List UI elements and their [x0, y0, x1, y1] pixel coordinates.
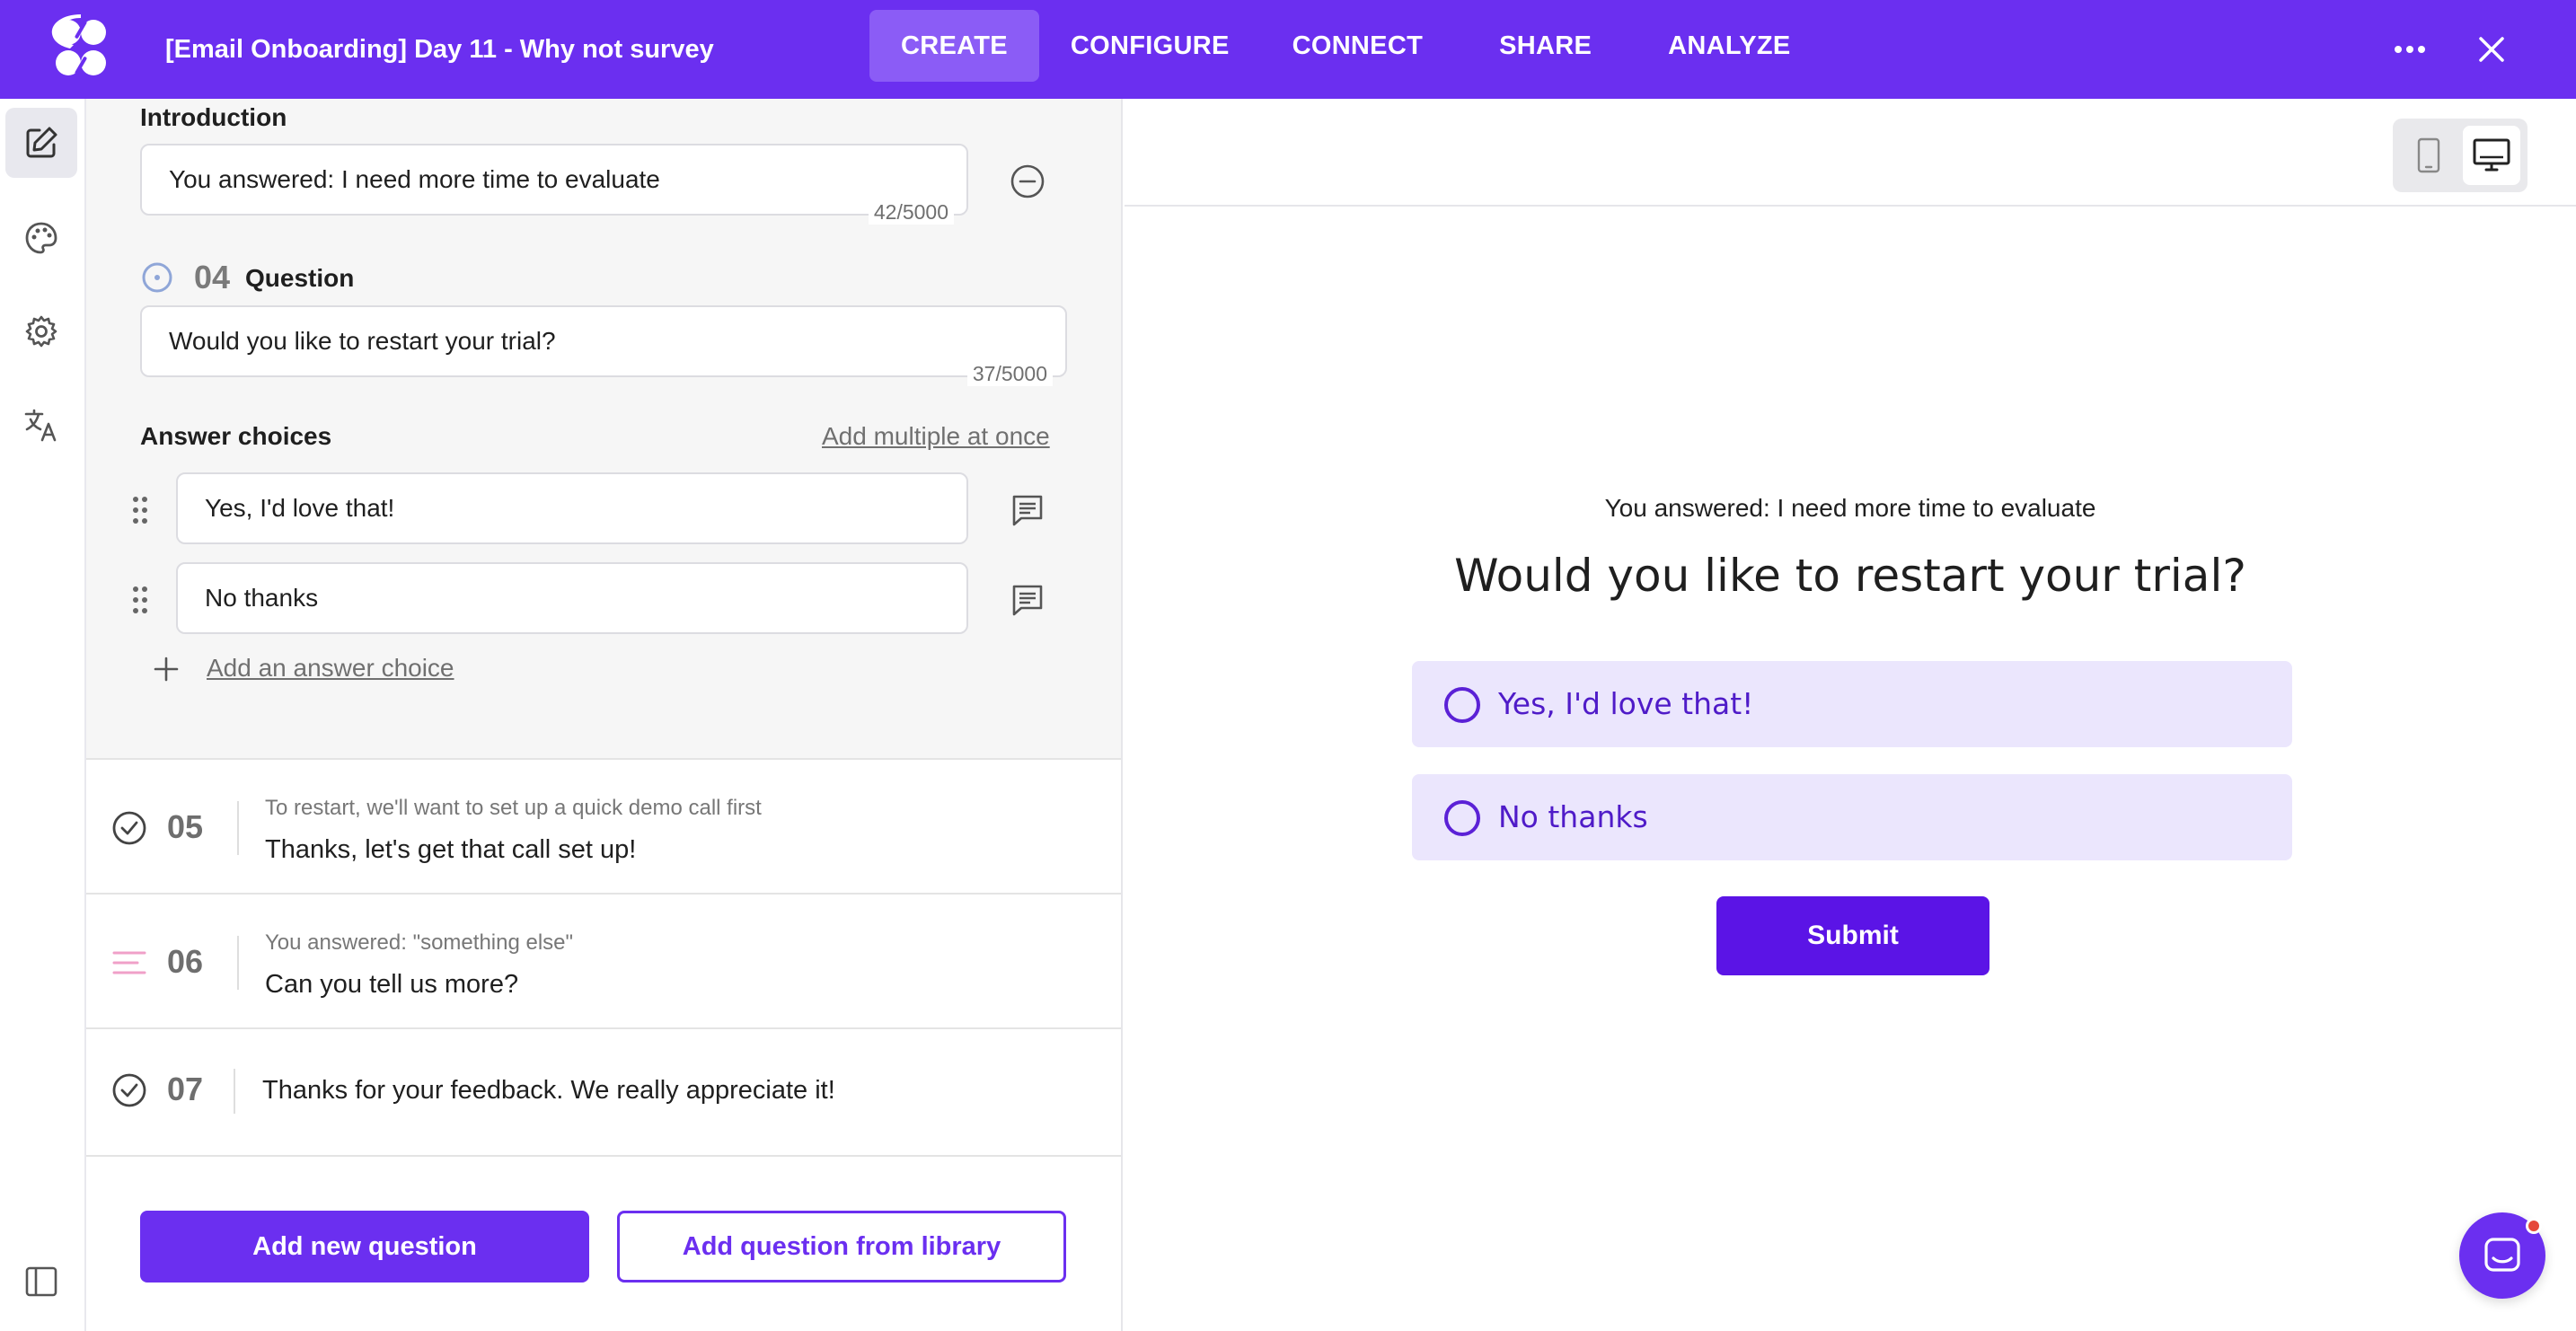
check-circle-icon [111, 1072, 147, 1108]
desktop-icon [2473, 138, 2510, 172]
question-type-icon [140, 260, 174, 295]
question-number: 05 [167, 808, 204, 845]
survey-preview: You answered: I need more time to evalua… [1125, 99, 2576, 1331]
row-divider [237, 801, 239, 855]
translate-icon [24, 409, 57, 442]
question-editor: Introduction You answered: I need more t… [86, 99, 1123, 1331]
question-subtitle: You answered: "something else" [265, 930, 574, 955]
sidebar-toggle-button[interactable] [5, 1247, 77, 1317]
preview-choice-option[interactable]: No thanks [1412, 774, 2292, 860]
introduction-field[interactable]: You answered: I need more time to evalua… [140, 144, 968, 225]
more-horizontal-icon[interactable] [2385, 24, 2435, 75]
text-lines-icon [111, 945, 147, 981]
question-number: 04 [194, 259, 231, 295]
rail-theme-button[interactable] [5, 203, 77, 273]
answer-choice-field[interactable]: Yes, I'd love that! [176, 472, 968, 544]
rail-translate-button[interactable] [5, 390, 77, 460]
tab-configure[interactable]: CONFIGURE [1039, 10, 1261, 82]
chat-launcher-button[interactable] [2459, 1212, 2545, 1299]
question-title: Thanks for your feedback. We really appr… [262, 1076, 835, 1105]
introduction-counter: 42/5000 [868, 200, 954, 225]
row-divider [237, 936, 239, 990]
mobile-preview-button[interactable] [2400, 126, 2457, 185]
comment-icon [1012, 495, 1043, 526]
answer-choice-field[interactable]: No thanks [176, 562, 968, 634]
gear-icon [25, 315, 57, 348]
question-number: 06 [167, 943, 204, 980]
mobile-icon [2417, 137, 2440, 173]
top-bar: [Email Onboarding] Day 11 - Why not surv… [0, 0, 2576, 99]
question-counter: 37/5000 [966, 362, 1053, 386]
device-toggle [2393, 119, 2527, 192]
main-nav: CREATE CONFIGURE CONNECT SHARE ANALYZE [869, 10, 1822, 82]
rail-edit-button[interactable] [5, 108, 77, 178]
add-multiple-link[interactable]: Add multiple at once [822, 422, 1050, 451]
tab-create[interactable]: CREATE [869, 10, 1039, 82]
check-circle-icon [111, 810, 147, 846]
choice-comment-button[interactable] [1008, 580, 1047, 620]
question-label: Question [245, 264, 355, 292]
chat-icon [2484, 1238, 2520, 1272]
sidebar-toggle-icon [25, 1266, 57, 1297]
plus-icon[interactable] [151, 654, 181, 684]
tab-analyze[interactable]: ANALYZE [1636, 10, 1822, 82]
tab-share[interactable]: SHARE [1454, 10, 1636, 82]
question-subtitle: To restart, we'll want to set up a quick… [265, 796, 762, 820]
row-divider [234, 1069, 235, 1114]
minus-circle-icon [1010, 164, 1045, 198]
add-question-from-library-button[interactable]: Add question from library [617, 1211, 1066, 1283]
add-new-question-button[interactable]: Add new question [140, 1211, 589, 1283]
question-field[interactable]: Would you like to restart your trial? 37… [140, 305, 1067, 386]
question-number: 07 [167, 1071, 204, 1107]
open-question-card: Introduction You answered: I need more t… [86, 99, 1121, 760]
preview-intro-text: You answered: I need more time to evalua… [1604, 494, 2096, 522]
question-row-05[interactable]: 05 To restart, we'll want to set up a qu… [86, 762, 1121, 895]
question-row-07[interactable]: 07 Thanks for your feedback. We really a… [86, 1031, 1121, 1157]
radio-icon [1444, 800, 1480, 836]
drag-handle-icon[interactable] [131, 582, 149, 618]
logo-icon[interactable] [45, 13, 117, 84]
answer-choices-label: Answer choices [140, 422, 332, 450]
preview-submit-button[interactable]: Submit [1716, 896, 1989, 975]
drag-handle-icon[interactable] [131, 492, 149, 528]
remove-intro-button[interactable] [1008, 162, 1047, 201]
desktop-preview-button[interactable] [2463, 126, 2520, 185]
comment-icon [1012, 585, 1043, 616]
introduction-label: Introduction [140, 103, 287, 131]
close-icon[interactable] [2466, 24, 2517, 75]
choice-comment-button[interactable] [1008, 490, 1047, 530]
left-rail [0, 99, 86, 1331]
question-title: Thanks, let's get that call set up! [265, 835, 637, 864]
add-answer-choice-link[interactable]: Add an answer choice [207, 654, 454, 683]
edit-icon [26, 127, 57, 158]
preview-choice-option[interactable]: Yes, I'd love that! [1412, 661, 2292, 747]
question-title: Can you tell us more? [265, 970, 519, 999]
tab-connect[interactable]: CONNECT [1261, 10, 1455, 82]
preview-question-text: Would you like to restart your trial? [1454, 550, 2246, 602]
notification-dot [2526, 1218, 2542, 1234]
survey-title[interactable]: [Email Onboarding] Day 11 - Why not surv… [165, 0, 714, 99]
palette-icon [25, 222, 57, 254]
radio-icon [1444, 687, 1480, 723]
rail-settings-button[interactable] [5, 296, 77, 366]
question-row-06[interactable]: 06 You answered: "something else" Can yo… [86, 896, 1121, 1029]
preview-toolbar [1125, 99, 2576, 207]
